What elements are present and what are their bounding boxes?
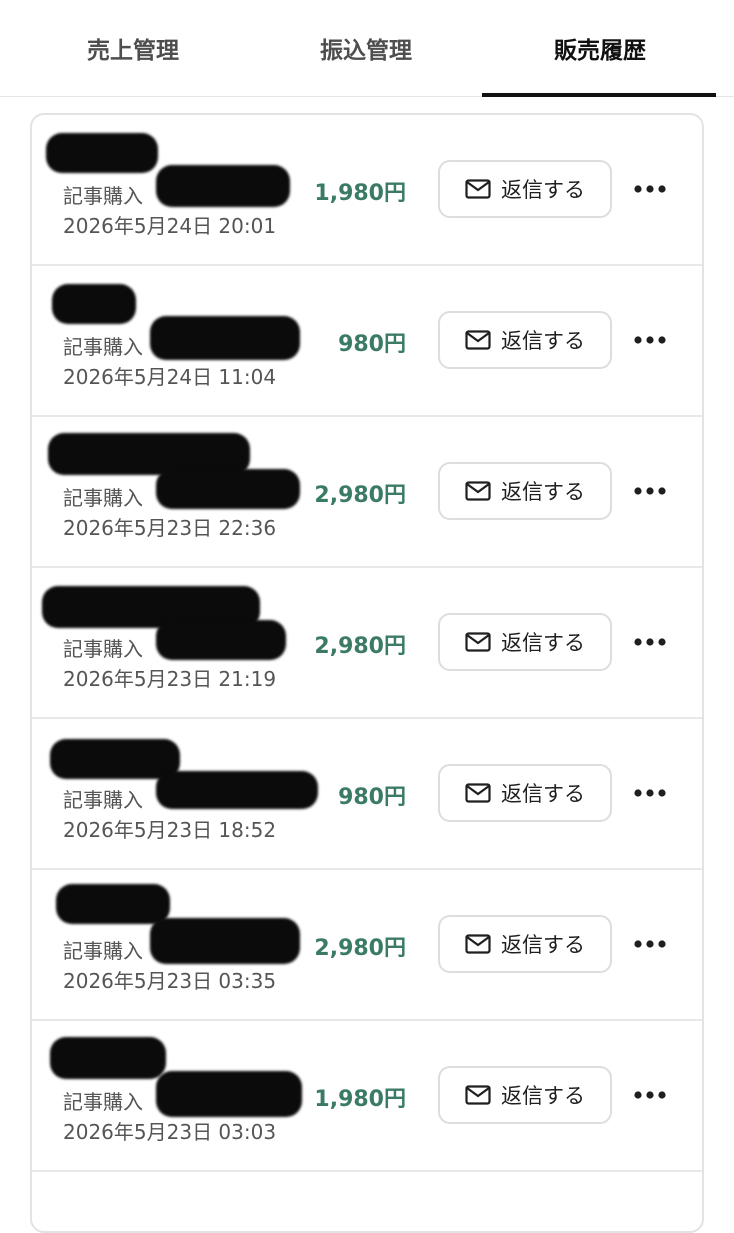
- tab-sales-management[interactable]: 売上管理: [15, 0, 251, 96]
- redacted-buyer-name: [50, 1037, 166, 1079]
- mail-icon: [465, 632, 491, 652]
- sale-price: 1,980円: [314, 181, 406, 206]
- sales-row: 記事購入 2026年5月23日 03:35 2,980円 返信する: [32, 870, 702, 1021]
- sale-type: 記事購入: [63, 788, 143, 812]
- sale-type: 記事購入: [63, 1090, 143, 1114]
- reply-button-label: 返信する: [501, 933, 585, 957]
- mail-icon: [465, 934, 491, 954]
- more-options-icon[interactable]: [630, 325, 670, 355]
- sales-row: 記事購入 2026年5月24日 11:04 980円 返信する: [32, 266, 702, 417]
- sale-price: 2,980円: [314, 634, 406, 659]
- more-options-icon[interactable]: [630, 929, 670, 959]
- sale-price: 980円: [338, 785, 406, 810]
- sale-datetime: 2026年5月23日 22:36: [63, 516, 277, 540]
- tab-sales-history[interactable]: 販売履歴: [482, 0, 718, 96]
- reply-button-label: 返信する: [501, 631, 585, 655]
- sales-row: 記事購入 2026年5月23日 03:03 1,980円 返信する: [32, 1021, 702, 1172]
- sale-datetime: 2026年5月24日 20:01: [63, 214, 277, 238]
- sale-price: 2,980円: [314, 936, 406, 961]
- redacted-buyer-name: [50, 739, 180, 779]
- more-options-icon[interactable]: [630, 1080, 670, 1110]
- reply-button[interactable]: 返信する: [438, 1066, 612, 1124]
- reply-button[interactable]: 返信する: [438, 613, 612, 671]
- more-options-icon[interactable]: [630, 476, 670, 506]
- mail-icon: [465, 1085, 491, 1105]
- reply-button-label: 返信する: [501, 480, 585, 504]
- reply-button[interactable]: 返信する: [438, 160, 612, 218]
- redacted-article-title: [156, 620, 286, 660]
- mail-icon: [465, 330, 491, 350]
- more-options-icon[interactable]: [630, 778, 670, 808]
- reply-button-label: 返信する: [501, 782, 585, 806]
- sale-type: 記事購入: [63, 184, 143, 208]
- mail-icon: [465, 783, 491, 803]
- sale-datetime: 2026年5月24日 11:04: [63, 365, 277, 389]
- sale-datetime: 2026年5月23日 03:03: [63, 1120, 277, 1144]
- more-options-icon[interactable]: [630, 627, 670, 657]
- sales-row: 記事購入 2026年5月23日 18:52 980円 返信する: [32, 719, 702, 870]
- redacted-buyer-name: [56, 884, 170, 924]
- redacted-article-title: [156, 165, 290, 207]
- sale-price: 2,980円: [314, 483, 406, 508]
- redacted-article-title: [150, 316, 300, 360]
- sale-type: 記事購入: [63, 486, 143, 510]
- reply-button[interactable]: 返信する: [438, 915, 612, 973]
- reply-button-label: 返信する: [501, 1084, 585, 1108]
- reply-button[interactable]: 返信する: [438, 462, 612, 520]
- tab-transfer-management[interactable]: 振込管理: [248, 0, 484, 96]
- sale-datetime: 2026年5月23日 21:19: [63, 667, 277, 691]
- redacted-buyer-name: [52, 284, 136, 324]
- tab-bar: 売上管理 振込管理 販売履歴: [0, 0, 734, 97]
- sale-datetime: 2026年5月23日 03:35: [63, 969, 277, 993]
- more-options-icon[interactable]: [630, 174, 670, 204]
- sales-history-list: 記事購入 2026年5月24日 20:01 1,980円 返信する 記事購入 2…: [30, 113, 704, 1233]
- sale-price: 980円: [338, 332, 406, 357]
- mail-icon: [465, 481, 491, 501]
- reply-button[interactable]: 返信する: [438, 764, 612, 822]
- reply-button-label: 返信する: [501, 329, 585, 353]
- sale-type: 記事購入: [63, 637, 143, 661]
- sales-row: 記事購入 2026年5月24日 20:01 1,980円 返信する: [32, 115, 702, 266]
- sales-row: 記事購入 2026年5月23日 22:36 2,980円 返信する: [32, 417, 702, 568]
- sale-type: 記事購入: [63, 335, 143, 359]
- sale-type: 記事購入: [63, 939, 143, 963]
- sale-datetime: 2026年5月23日 18:52: [63, 818, 277, 842]
- active-tab-indicator: [482, 93, 716, 97]
- redacted-article-title: [150, 918, 300, 964]
- sales-row: 記事購入 2026年5月23日 21:19 2,980円 返信する: [32, 568, 702, 719]
- redacted-article-title: [156, 469, 300, 509]
- redacted-buyer-name: [46, 133, 158, 173]
- sale-price: 1,980円: [314, 1087, 406, 1112]
- redacted-article-title: [156, 1071, 302, 1117]
- redacted-article-title: [156, 771, 318, 809]
- reply-button-label: 返信する: [501, 178, 585, 202]
- reply-button[interactable]: 返信する: [438, 311, 612, 369]
- mail-icon: [465, 179, 491, 199]
